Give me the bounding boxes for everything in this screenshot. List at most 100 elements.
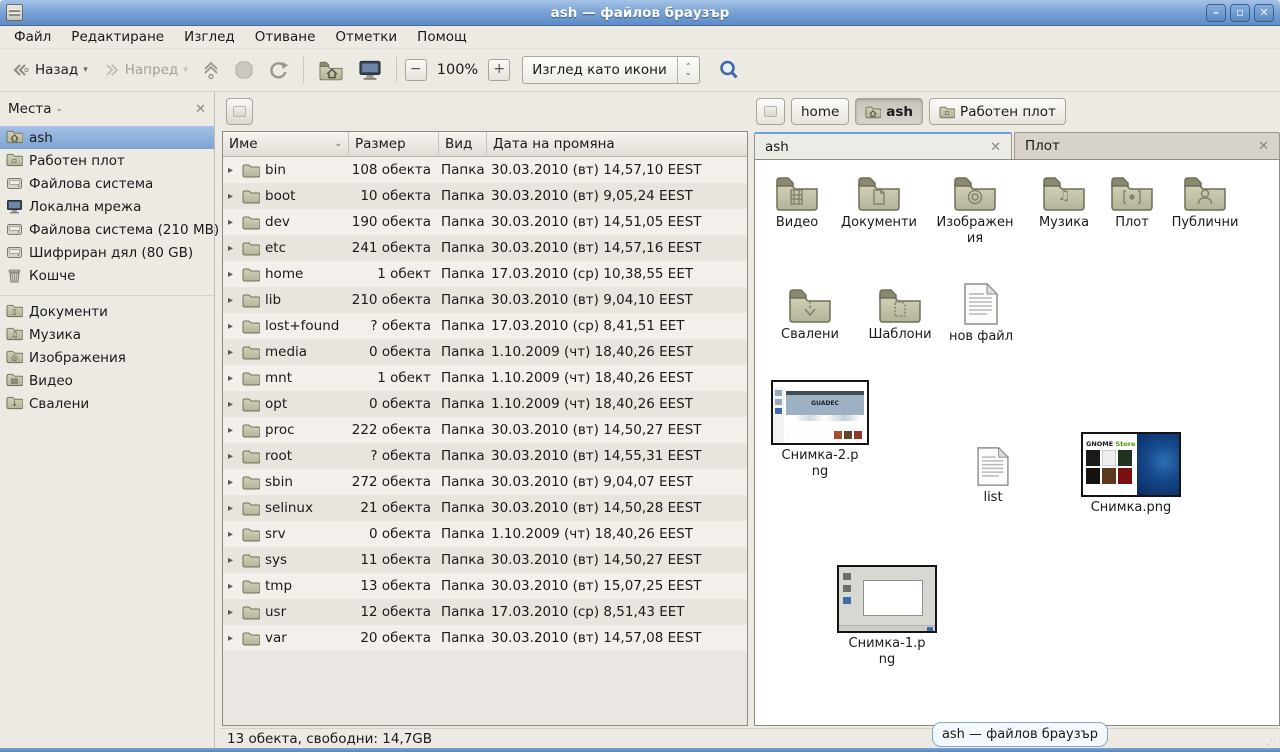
search-button[interactable]: [712, 55, 746, 85]
expander-triangle-icon[interactable]: ▸: [228, 191, 237, 202]
sidebar-item-filesystem-210mb[interactable]: Файлова система (210 MB): [0, 218, 214, 241]
table-row[interactable]: ▸ var 20 обекта Папка 30.03.2010 (вт) 14…: [223, 625, 747, 651]
stop-button[interactable]: [228, 56, 260, 84]
sidebar-item-encrypted-80gb[interactable]: Шифриран дял (80 GB): [0, 241, 214, 264]
menu-help[interactable]: Помощ: [407, 27, 477, 47]
expander-triangle-icon[interactable]: ▸: [228, 477, 237, 488]
minimize-button[interactable]: –: [1206, 4, 1226, 22]
sidebar-item-pictures[interactable]: ◎ Изображения: [0, 346, 214, 369]
menu-view[interactable]: Изглед: [174, 27, 245, 47]
table-row[interactable]: ▸ proc 222 обекта Папка 30.03.2010 (вт) …: [223, 417, 747, 443]
menu-file[interactable]: Файл: [4, 27, 61, 47]
folder-item-documents[interactable]: Документи: [839, 174, 919, 231]
table-row[interactable]: ▸ home 1 обект Папка 17.03.2010 (ср) 10,…: [223, 261, 747, 287]
sidebar-close-icon[interactable]: ✕: [195, 102, 206, 117]
up-button[interactable]: [196, 56, 226, 84]
expander-triangle-icon[interactable]: ▸: [228, 269, 237, 280]
table-row[interactable]: ▸ lib 210 обекта Папка 30.03.2010 (вт) 9…: [223, 287, 747, 313]
expander-triangle-icon[interactable]: ▸: [228, 607, 237, 618]
resize-grip[interactable]: ⋰: [1267, 737, 1277, 747]
table-row[interactable]: ▸ dev 190 обекта Папка 30.03.2010 (вт) 1…: [223, 209, 747, 235]
pathbar-home-button[interactable]: home: [791, 98, 849, 125]
forward-button[interactable]: Напред ▾: [96, 58, 194, 82]
pathbar-ash-button[interactable]: ash: [855, 98, 923, 125]
expander-triangle-icon[interactable]: ▸: [228, 399, 237, 410]
expander-triangle-icon[interactable]: ▸: [228, 451, 237, 462]
image-item-snimka1[interactable]: Снимка-1.png: [835, 565, 939, 669]
tab-ash[interactable]: ash ✕: [754, 132, 1012, 160]
close-button[interactable]: ✕: [1254, 4, 1274, 22]
file-item-new-file[interactable]: нов файл: [945, 282, 1017, 345]
expander-triangle-icon[interactable]: ▸: [228, 503, 237, 514]
folder-item-downloads[interactable]: Свалени: [777, 286, 843, 343]
column-header-size[interactable]: Размер: [349, 132, 439, 156]
folder-item-desktop[interactable]: Плот: [1105, 174, 1159, 231]
home-button[interactable]: [312, 56, 350, 85]
expander-triangle-icon[interactable]: ▸: [228, 633, 237, 644]
table-row[interactable]: ▸ selinux 21 обекта Папка 30.03.2010 (вт…: [223, 495, 747, 521]
table-row[interactable]: ▸ tmp 13 обекта Папка 30.03.2010 (вт) 15…: [223, 573, 747, 599]
table-row[interactable]: ▸ boot 10 обекта Папка 30.03.2010 (вт) 9…: [223, 183, 747, 209]
sidebar-item-ash[interactable]: ash: [0, 126, 214, 149]
expander-triangle-icon[interactable]: ▸: [228, 243, 237, 254]
expander-triangle-icon[interactable]: ▸: [228, 165, 237, 176]
computer-button[interactable]: [352, 54, 388, 86]
sidebar-item-filesystem[interactable]: Файлова система: [0, 172, 214, 195]
image-item-snimka2[interactable]: GUADEC Снимка-2.png: [769, 380, 871, 481]
pathbar-root-button[interactable]: [226, 98, 253, 125]
sidebar-item-desktop[interactable]: ▫ Работен плот: [0, 149, 214, 172]
view-mode-select[interactable]: Изглед като икони ⌃⌄: [522, 56, 700, 84]
sidebar-title[interactable]: Места: [8, 101, 52, 117]
expander-triangle-icon[interactable]: ▸: [228, 425, 237, 436]
tab-close-icon[interactable]: ✕: [980, 140, 1001, 155]
expander-triangle-icon[interactable]: ▸: [228, 529, 237, 540]
pathbar-root-button[interactable]: [756, 98, 785, 125]
back-button[interactable]: Назад ▾: [6, 58, 94, 82]
expander-triangle-icon[interactable]: ▸: [228, 321, 237, 332]
column-header-type[interactable]: Вид: [439, 132, 487, 156]
table-row[interactable]: ▸ opt 0 обекта Папка 1.10.2009 (чт) 18,4…: [223, 391, 747, 417]
table-row[interactable]: ▸ mnt 1 обект Папка 1.10.2009 (чт) 18,40…: [223, 365, 747, 391]
folder-item-video[interactable]: Видео: [767, 174, 827, 231]
expander-triangle-icon[interactable]: ▸: [228, 217, 237, 228]
folder-item-templates[interactable]: Шаблони: [865, 286, 935, 343]
sidebar-item-video[interactable]: ▤ Видео: [0, 369, 214, 392]
folder-item-music[interactable]: ♫ Музика: [1031, 174, 1097, 231]
zoom-in-button[interactable]: +: [488, 59, 510, 81]
folder-item-public[interactable]: Публични: [1165, 174, 1245, 231]
sidebar-item-local-network[interactable]: Локална мрежа: [0, 195, 214, 218]
column-header-date[interactable]: Дата на промяна: [487, 132, 747, 156]
expander-triangle-icon[interactable]: ▸: [228, 555, 237, 566]
table-row[interactable]: ▸ usr 12 обекта Папка 17.03.2010 (ср) 8,…: [223, 599, 747, 625]
expander-triangle-icon[interactable]: ▸: [228, 581, 237, 592]
reload-button[interactable]: [262, 56, 295, 85]
tab-plot[interactable]: Плот ✕: [1014, 132, 1280, 160]
menu-edit[interactable]: Редактиране: [61, 27, 174, 47]
zoom-out-button[interactable]: −: [405, 59, 427, 81]
sidebar-item-trash[interactable]: Кошче: [0, 264, 214, 287]
icon-view[interactable]: Видео Документи Изображения ♫: [754, 159, 1280, 726]
expander-triangle-icon[interactable]: ▸: [228, 295, 237, 306]
file-item-list[interactable]: list: [965, 446, 1021, 506]
column-header-name[interactable]: Име ⌄: [223, 132, 349, 156]
menu-go[interactable]: Отиване: [245, 27, 326, 47]
sidebar-item-documents[interactable]: ▯ Документи: [0, 300, 214, 323]
expander-triangle-icon[interactable]: ▸: [228, 373, 237, 384]
sidebar-item-downloads[interactable]: ↓ Свалени: [0, 392, 214, 415]
folder-item-pictures[interactable]: Изображения: [929, 174, 1021, 248]
maximize-button[interactable]: ▫: [1230, 4, 1250, 22]
table-row[interactable]: ▸ srv 0 обекта Папка 1.10.2009 (чт) 18,4…: [223, 521, 747, 547]
pathbar-desktop-button[interactable]: ▫ Работен плот: [929, 98, 1066, 125]
image-item-snimka[interactable]: GNOME Store Снимка.png: [1079, 432, 1183, 516]
tab-close-icon[interactable]: ✕: [1248, 139, 1269, 154]
sidebar-item-music[interactable]: ♫ Музика: [0, 323, 214, 346]
menu-bookmarks[interactable]: Отметки: [325, 27, 407, 47]
table-row[interactable]: ▸ sys 11 обекта Папка 30.03.2010 (вт) 14…: [223, 547, 747, 573]
table-row[interactable]: ▸ lost+found ? обекта Папка 17.03.2010 (…: [223, 313, 747, 339]
table-row[interactable]: ▸ root ? обекта Папка 30.03.2010 (вт) 14…: [223, 443, 747, 469]
table-row[interactable]: ▸ bin 108 обекта Папка 30.03.2010 (вт) 1…: [223, 157, 747, 183]
expander-triangle-icon[interactable]: ▸: [228, 347, 237, 358]
table-row[interactable]: ▸ sbin 272 обекта Папка 30.03.2010 (вт) …: [223, 469, 747, 495]
table-row[interactable]: ▸ media 0 обекта Папка 1.10.2009 (чт) 18…: [223, 339, 747, 365]
table-row[interactable]: ▸ etc 241 обекта Папка 30.03.2010 (вт) 1…: [223, 235, 747, 261]
